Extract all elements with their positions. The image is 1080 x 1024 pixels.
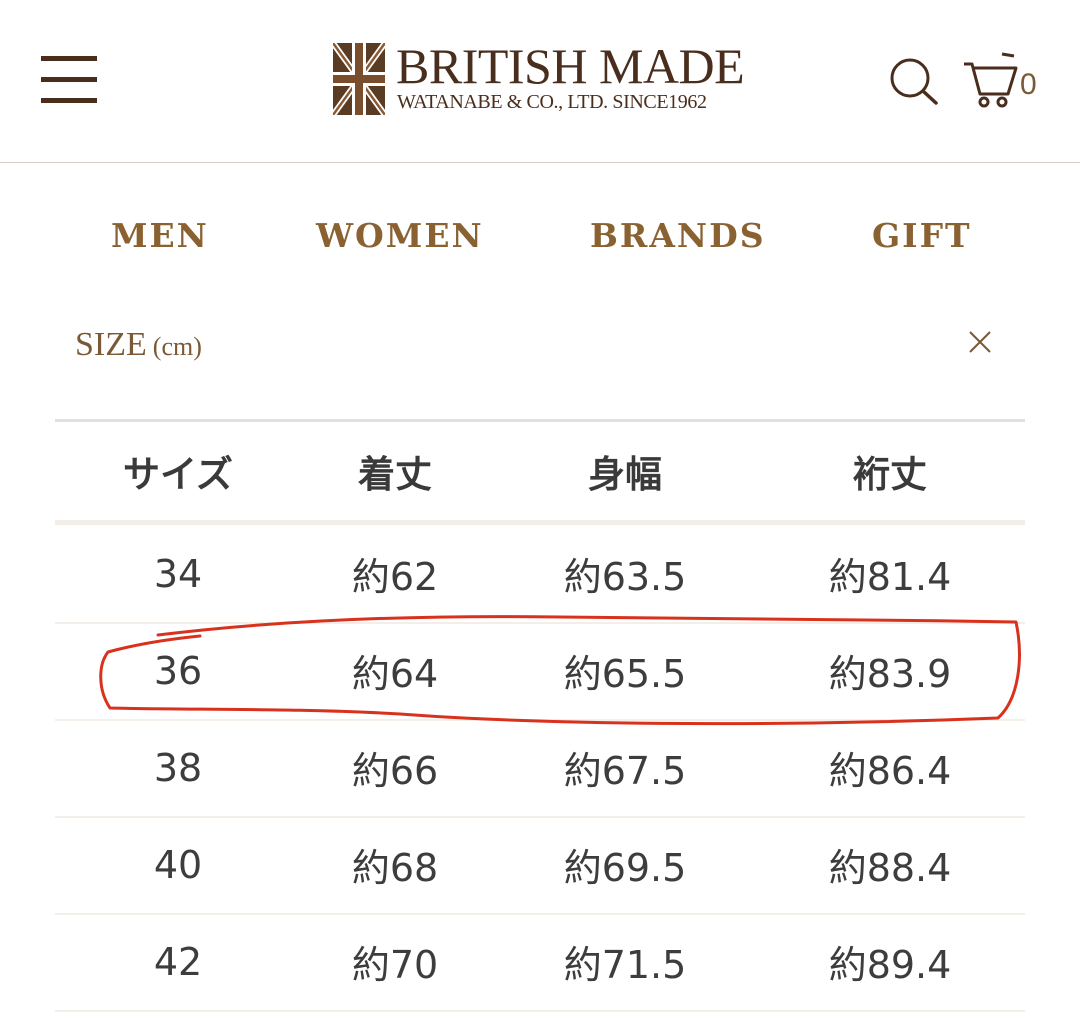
table-row: 34 約62 約63.5 約81.4 bbox=[55, 525, 1025, 624]
width-cell: 約65.5 bbox=[563, 652, 687, 696]
size-cell: 36 bbox=[153, 648, 203, 693]
column-header-size: サイズ bbox=[123, 453, 233, 496]
length-cell: 約68 bbox=[351, 846, 439, 890]
length-cell: 約66 bbox=[351, 749, 439, 793]
width-cell: 約63.5 bbox=[563, 555, 687, 599]
sleeve-cell: 約88.4 bbox=[828, 846, 952, 890]
cart-count-badge: 0 bbox=[1020, 68, 1037, 101]
length-cell: 約62 bbox=[351, 555, 439, 599]
search-icon bbox=[890, 58, 938, 105]
size-unit: (cm) bbox=[152, 332, 202, 361]
table-row: 36 約64 約65.5 約83.9 bbox=[55, 622, 1025, 721]
size-panel-title: SIZE (cm) bbox=[75, 323, 202, 369]
sleeve-cell: 約86.4 bbox=[828, 749, 952, 793]
table-row: 42 約70 約71.5 約89.4 bbox=[55, 913, 1025, 1012]
column-header-sleeve: 裄丈 bbox=[853, 453, 927, 496]
brand-logo[interactable]: BRITISH MADE WATANABE & CO., LTD. SINCE1… bbox=[333, 40, 753, 116]
nav-item-men[interactable]: MEN bbox=[111, 214, 209, 258]
sleeve-cell: 約89.4 bbox=[828, 943, 952, 987]
nav-item-gift[interactable]: GIFT bbox=[872, 214, 972, 258]
site-header: BRITISH MADE WATANABE & CO., LTD. SINCE1… bbox=[0, 0, 1080, 163]
sleeve-cell: 約83.9 bbox=[828, 652, 952, 696]
nav-item-brands[interactable]: BRANDS bbox=[590, 214, 766, 258]
search-button[interactable] bbox=[886, 56, 940, 106]
table-row: 40 約68 約69.5 約88.4 bbox=[55, 816, 1025, 915]
size-cell: 34 bbox=[153, 551, 203, 596]
table-row: 38 約66 約67.5 約86.4 bbox=[55, 719, 1025, 818]
width-cell: 約71.5 bbox=[563, 943, 687, 987]
size-table: サイズ 着丈 身幅 裄丈 34 約62 約63.5 約81.4 36 約64 約… bbox=[55, 419, 1025, 1024]
close-icon bbox=[969, 331, 991, 353]
menu-icon[interactable] bbox=[41, 56, 97, 104]
logo-title: BRITISH MADE bbox=[396, 38, 745, 94]
column-header-width: 身幅 bbox=[588, 453, 662, 496]
cart-icon bbox=[964, 52, 1018, 108]
column-header-length: 着丈 bbox=[358, 453, 432, 496]
length-cell: 約64 bbox=[351, 652, 439, 696]
logo-subtitle: WATANABE & CO., LTD. SINCE1962 bbox=[397, 91, 707, 113]
close-button[interactable] bbox=[966, 328, 994, 356]
size-cell: 40 bbox=[153, 842, 203, 887]
sleeve-cell: 約81.4 bbox=[828, 555, 952, 599]
union-flag-icon bbox=[333, 43, 385, 115]
nav-item-women[interactable]: WOMEN bbox=[316, 214, 484, 258]
size-cell: 42 bbox=[153, 939, 203, 984]
width-cell: 約67.5 bbox=[563, 749, 687, 793]
table-header-row: サイズ 着丈 身幅 裄丈 bbox=[55, 422, 1025, 525]
size-cell: 38 bbox=[153, 745, 203, 790]
size-title-text: SIZE bbox=[75, 326, 147, 363]
width-cell: 約69.5 bbox=[563, 846, 687, 890]
length-cell: 約70 bbox=[351, 943, 439, 987]
cart-button[interactable]: 0 bbox=[962, 50, 1044, 108]
